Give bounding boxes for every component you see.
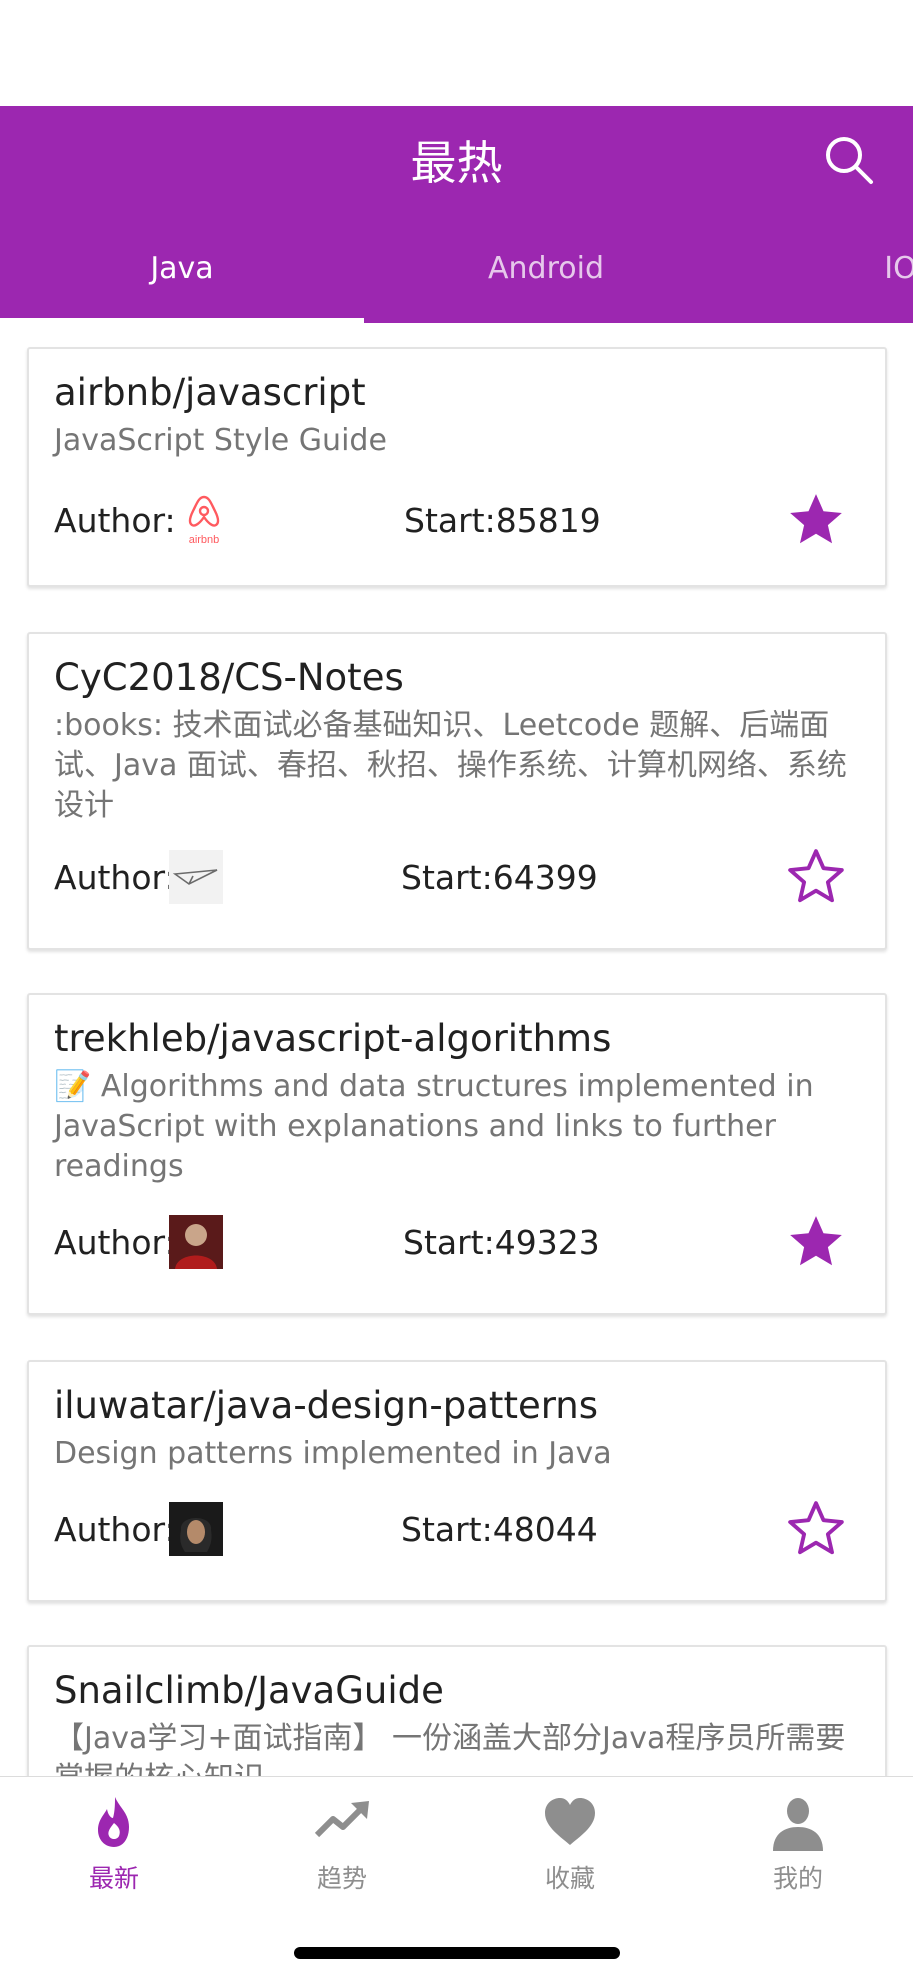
star-count: Start:48044 (401, 1510, 598, 1549)
paper-plane-icon (172, 869, 218, 885)
nav-bar: 最热 Java Android IOS (0, 106, 913, 323)
repo-name: CyC2018/CS-Notes (54, 656, 404, 699)
star-count: Start:85819 (404, 501, 601, 540)
tab-java[interactable]: Java (0, 214, 364, 323)
tab-android[interactable]: Android (364, 214, 728, 323)
repo-name: iluwatar/java-design-patterns (54, 1384, 598, 1427)
tabbar-item-profile[interactable]: 我的 (684, 1793, 912, 1903)
repo-card[interactable]: Snailclimb/JavaGuide 【Java学习+面试指南】 一份涵盖大… (27, 1645, 887, 1776)
repo-name: Snailclimb/JavaGuide (54, 1669, 444, 1712)
svg-text:airbnb: airbnb (189, 534, 220, 546)
author-label: Author: (54, 1223, 176, 1262)
author-avatar[interactable] (169, 850, 223, 904)
user-photo-icon (169, 1215, 223, 1269)
user-photo-icon (169, 1502, 223, 1556)
author-label: Author: (54, 501, 176, 540)
airbnb-logo-icon: airbnb (188, 495, 220, 546)
language-tabs: Java Android IOS (0, 214, 913, 323)
repo-description: Design patterns implemented in Java (54, 1436, 612, 1471)
repo-name: trekhleb/javascript-algorithms (54, 1017, 612, 1060)
repo-description: JavaScript Style Guide (54, 423, 387, 458)
repo-card[interactable]: iluwatar/java-design-patterns Design pat… (27, 1360, 887, 1602)
page-title: 最热 (410, 136, 503, 190)
favorite-button[interactable] (785, 846, 847, 908)
repo-card[interactable]: trekhleb/javascript-algorithms 📝 Algorit… (27, 993, 887, 1315)
flame-icon (98, 1797, 129, 1847)
star-count: Start:49323 (403, 1223, 600, 1262)
repo-card[interactable]: airbnb/javascript JavaScript Style Guide… (27, 347, 887, 587)
repo-list[interactable]: airbnb/javascript JavaScript Style Guide… (0, 323, 913, 1776)
user-icon (773, 1798, 823, 1851)
tabbar-label: 收藏 (544, 1864, 595, 1893)
star-outline-icon (788, 849, 844, 903)
star-outline-icon (788, 1501, 844, 1555)
star-count: Start:64399 (401, 858, 598, 897)
star-filled-icon (790, 1216, 842, 1266)
repo-description: 📝 Algorithms and data structures impleme… (54, 1069, 814, 1184)
repo-description: :books: 技术面试必备基础知识、Leetcode 题解、后端面试、Java… (54, 708, 847, 823)
author-label: Author: (54, 858, 176, 897)
tab-ios[interactable]: IOS (728, 214, 913, 323)
favorite-button[interactable] (785, 1498, 847, 1560)
author-avatar[interactable]: airbnb (177, 493, 231, 547)
tabbar-label: 最新 (88, 1864, 139, 1893)
tabbar-label: 我的 (772, 1864, 823, 1893)
repo-name: airbnb/javascript (54, 371, 366, 414)
home-indicator (294, 1947, 620, 1959)
author-avatar[interactable] (169, 1502, 223, 1556)
repo-card[interactable]: CyC2018/CS-Notes :books: 技术面试必备基础知识、Leet… (27, 632, 887, 950)
status-bar (0, 0, 913, 106)
search-icon (826, 137, 873, 184)
trending-icon (314, 1801, 369, 1838)
heart-icon (545, 1798, 595, 1845)
tabbar-item-trending[interactable]: 趋势 (228, 1793, 456, 1903)
tabbar-label: 趋势 (316, 1864, 367, 1893)
tabbar-item-favorites[interactable]: 收藏 (456, 1793, 684, 1903)
search-button[interactable] (821, 132, 877, 188)
favorite-button[interactable] (785, 1211, 847, 1273)
repo-description: 【Java学习+面试指南】 一份涵盖大部分Java程序员所需要掌握的核心知识。 (54, 1721, 846, 1776)
tabbar-item-latest[interactable]: 最新 (0, 1793, 228, 1903)
author-avatar[interactable] (169, 1215, 223, 1269)
author-label: Author: (54, 1510, 176, 1549)
favorite-button[interactable] (785, 489, 847, 551)
star-filled-icon (790, 494, 842, 544)
